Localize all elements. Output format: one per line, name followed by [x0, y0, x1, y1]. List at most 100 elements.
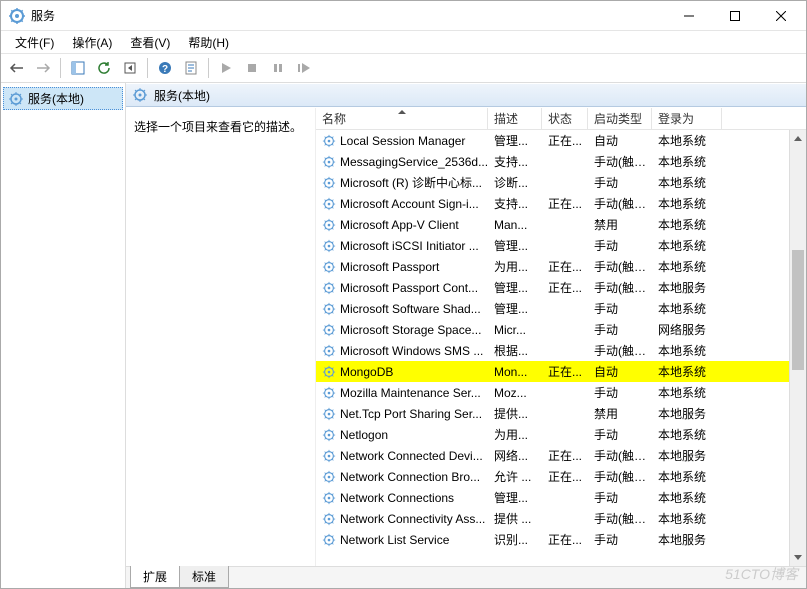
- service-row[interactable]: Microsoft Account Sign-i...支持...正在...手动(…: [316, 193, 789, 214]
- detail-column: 选择一个项目来查看它的描述。: [126, 108, 316, 566]
- console-tree: 服务(本地): [1, 83, 126, 588]
- cell-status: 正在...: [542, 363, 588, 380]
- cell-name: Microsoft Passport: [316, 260, 488, 274]
- cell-startup: 手动(触发...: [588, 195, 652, 212]
- toolbar-separator: [208, 58, 209, 78]
- service-row[interactable]: Microsoft App-V ClientMan...禁用本地系统: [316, 214, 789, 235]
- properties-button[interactable]: [179, 56, 203, 80]
- start-service-button[interactable]: [214, 56, 238, 80]
- cell-name: Microsoft Software Shad...: [316, 302, 488, 316]
- scroll-down-button[interactable]: [790, 549, 806, 566]
- forward-button[interactable]: [31, 56, 55, 80]
- export-list-button[interactable]: [118, 56, 142, 80]
- service-row[interactable]: MessagingService_2536d...支持...手动(触发...本地…: [316, 151, 789, 172]
- help-button[interactable]: ?: [153, 56, 177, 80]
- cell-name: Microsoft (R) 诊断中心标...: [316, 174, 488, 191]
- service-row[interactable]: Microsoft Windows SMS ...根据...手动(触发...本地…: [316, 340, 789, 361]
- cell-description: 支持...: [488, 195, 542, 212]
- gear-icon: [322, 512, 336, 526]
- toolbar: ?: [1, 53, 806, 83]
- menubar: 文件(F) 操作(A) 查看(V) 帮助(H): [1, 31, 806, 53]
- gear-icon: [322, 155, 336, 169]
- service-row[interactable]: Net.Tcp Port Sharing Ser...提供...禁用本地服务: [316, 403, 789, 424]
- cell-name: Microsoft Storage Space...: [316, 323, 488, 337]
- cell-name: Network List Service: [316, 533, 488, 547]
- service-row[interactable]: Microsoft Passport为用...正在...手动(触发...本地系统: [316, 256, 789, 277]
- cell-logon: 本地系统: [652, 153, 722, 170]
- service-row[interactable]: Microsoft (R) 诊断中心标...诊断...手动本地系统: [316, 172, 789, 193]
- scroll-up-button[interactable]: [790, 130, 806, 147]
- list-column: 名称 描述 状态 启动类型 登录为 Local Session Manager管…: [316, 108, 806, 566]
- cell-startup: 禁用: [588, 405, 652, 422]
- vertical-scrollbar[interactable]: [789, 130, 806, 566]
- cell-description: 为用...: [488, 426, 542, 443]
- cell-description: Man...: [488, 218, 542, 232]
- cell-name: Network Connectivity Ass...: [316, 512, 488, 526]
- gear-icon: [322, 323, 336, 337]
- cell-startup: 手动(触发...: [588, 468, 652, 485]
- service-row[interactable]: Microsoft Passport Cont...管理...正在...手动(触…: [316, 277, 789, 298]
- menu-action[interactable]: 操作(A): [64, 32, 120, 53]
- cell-startup: 手动(触发...: [588, 258, 652, 275]
- service-row[interactable]: Network Connections管理...手动本地系统: [316, 487, 789, 508]
- cell-status: 正在...: [542, 279, 588, 296]
- column-header-description[interactable]: 描述: [488, 108, 542, 129]
- service-row[interactable]: Network Connectivity Ass...提供 ...手动(触发..…: [316, 508, 789, 529]
- gear-icon: [322, 239, 336, 253]
- window-controls: [666, 1, 804, 31]
- service-row[interactable]: Microsoft iSCSI Initiator ...管理...手动本地系统: [316, 235, 789, 256]
- cell-logon: 本地系统: [652, 384, 722, 401]
- refresh-button[interactable]: [92, 56, 116, 80]
- pause-service-button[interactable]: [266, 56, 290, 80]
- service-row[interactable]: Mozilla Maintenance Ser...Moz...手动本地系统: [316, 382, 789, 403]
- service-row[interactable]: Microsoft Software Shad...管理...手动本地系统: [316, 298, 789, 319]
- tree-root-services-local[interactable]: 服务(本地): [3, 87, 123, 110]
- pane-header-label: 服务(本地): [154, 87, 210, 104]
- menu-view[interactable]: 查看(V): [122, 32, 178, 53]
- service-row[interactable]: Netlogon为用...手动本地系统: [316, 424, 789, 445]
- tab-extended[interactable]: 扩展: [130, 566, 180, 588]
- service-row[interactable]: MongoDBMon...正在...自动本地系统: [316, 361, 789, 382]
- service-list[interactable]: Local Session Manager管理...正在...自动本地系统Mes…: [316, 130, 789, 566]
- menu-help[interactable]: 帮助(H): [180, 32, 237, 53]
- cell-logon: 网络服务: [652, 321, 722, 338]
- restart-service-button[interactable]: [292, 56, 316, 80]
- cell-startup: 手动(触发...: [588, 342, 652, 359]
- column-header-startup[interactable]: 启动类型: [588, 108, 652, 129]
- column-header-name[interactable]: 名称: [316, 108, 488, 129]
- maximize-button[interactable]: [712, 1, 758, 31]
- cell-name: Network Connected Devi...: [316, 449, 488, 463]
- cell-logon: 本地系统: [652, 300, 722, 317]
- tab-standard[interactable]: 标准: [179, 566, 229, 588]
- service-row[interactable]: Network Connected Devi...网络...正在...手动(触发…: [316, 445, 789, 466]
- back-button[interactable]: [5, 56, 29, 80]
- show-hide-tree-button[interactable]: [66, 56, 90, 80]
- service-row[interactable]: Network Connection Bro...允许 ...正在...手动(触…: [316, 466, 789, 487]
- cell-startup: 手动(触发...: [588, 510, 652, 527]
- toolbar-separator: [60, 58, 61, 78]
- cell-description: 识别...: [488, 531, 542, 548]
- cell-name: Netlogon: [316, 428, 488, 442]
- service-row[interactable]: Local Session Manager管理...正在...自动本地系统: [316, 130, 789, 151]
- service-row[interactable]: Microsoft Storage Space...Micr...手动网络服务: [316, 319, 789, 340]
- cell-logon: 本地系统: [652, 174, 722, 191]
- toolbar-separator: [147, 58, 148, 78]
- cell-logon: 本地系统: [652, 468, 722, 485]
- cell-name: Microsoft Account Sign-i...: [316, 197, 488, 211]
- close-button[interactable]: [758, 1, 804, 31]
- gear-icon: [322, 344, 336, 358]
- cell-description: 提供...: [488, 405, 542, 422]
- menu-file[interactable]: 文件(F): [7, 32, 62, 53]
- cell-description: 管理...: [488, 279, 542, 296]
- cell-name: Local Session Manager: [316, 134, 488, 148]
- service-row[interactable]: Network List Service识别...正在...手动本地服务: [316, 529, 789, 550]
- cell-name: MongoDB: [316, 365, 488, 379]
- column-header-status[interactable]: 状态: [542, 108, 588, 129]
- stop-service-button[interactable]: [240, 56, 264, 80]
- minimize-button[interactable]: [666, 1, 712, 31]
- column-header-logon[interactable]: 登录为: [652, 108, 722, 129]
- gear-icon: [322, 302, 336, 316]
- tabs: 扩展 标准: [126, 566, 806, 588]
- gear-icon: [322, 197, 336, 211]
- scroll-thumb[interactable]: [792, 250, 804, 370]
